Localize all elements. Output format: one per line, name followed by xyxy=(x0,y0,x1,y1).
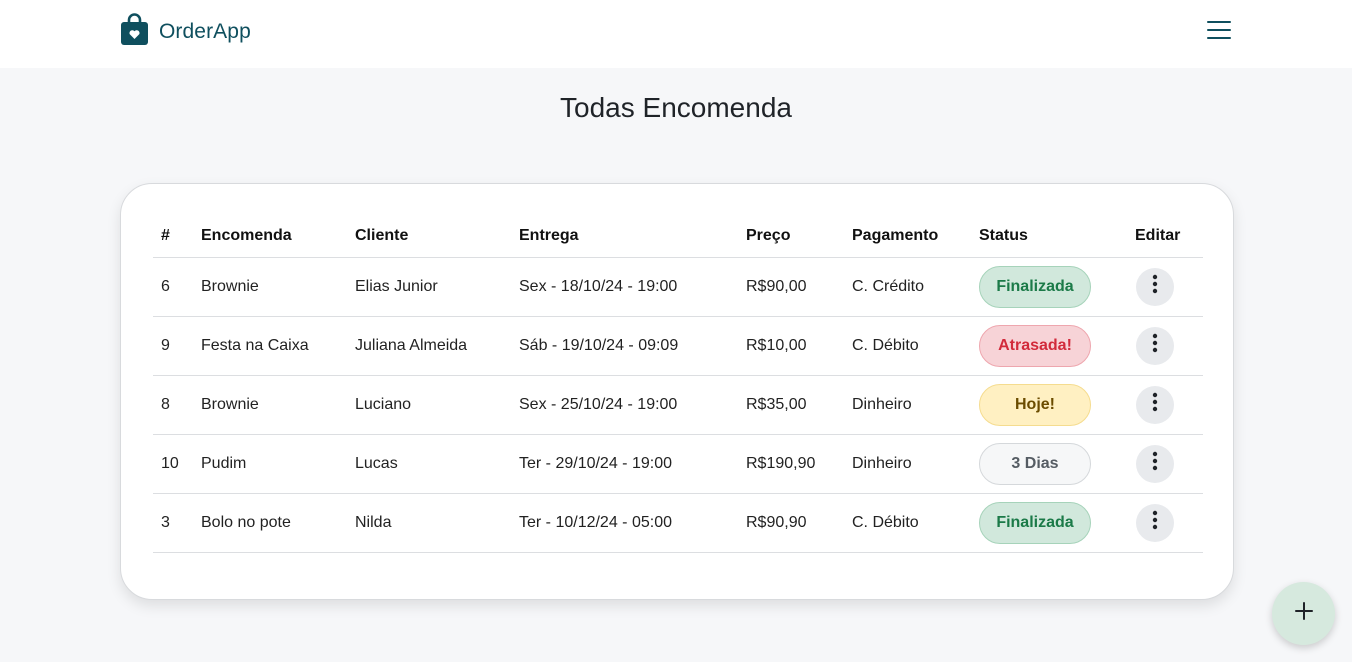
cell-client: Elias Junior xyxy=(347,257,511,317)
cell-edit xyxy=(1127,316,1203,376)
cell-price: R$10,00 xyxy=(738,316,844,376)
cell-price: R$190,90 xyxy=(738,434,844,494)
cell-edit xyxy=(1127,257,1203,317)
cell-order: Brownie xyxy=(193,257,347,317)
vertical-dots-icon xyxy=(1152,392,1158,417)
cell-delivery: Sex - 25/10/24 - 19:00 xyxy=(511,375,738,435)
header-client: Cliente xyxy=(347,216,511,258)
table-row: 9 Festa na Caixa Juliana Almeida Sáb - 19/1… xyxy=(153,316,1203,376)
status-badge: Finalizada xyxy=(979,501,1091,544)
cell-delivery: Sáb - 19/10/24 - 09:09 xyxy=(511,316,738,376)
hamburger-menu-icon xyxy=(1207,20,1231,45)
cell-edit xyxy=(1127,434,1203,494)
vertical-dots-icon xyxy=(1152,333,1158,358)
cell-delivery: Ter - 10/12/24 - 05:00 xyxy=(511,493,738,553)
cell-client: Luciano xyxy=(347,375,511,435)
table-row: 8 Brownie Luciano Sex - 25/10/24 - 19:00 R$3… xyxy=(153,375,1203,435)
add-order-button[interactable] xyxy=(1272,582,1335,645)
cell-client: Lucas xyxy=(347,434,511,494)
header-id: # xyxy=(153,216,193,258)
orders-table: # Encomenda Cliente Entrega Preço Pagame… xyxy=(153,216,1203,553)
vertical-dots-icon xyxy=(1152,274,1158,299)
brand-link[interactable]: OrderApp xyxy=(120,13,251,51)
cell-id: 3 xyxy=(153,493,193,553)
cell-price: R$35,00 xyxy=(738,375,844,435)
cell-client: Juliana Almeida xyxy=(347,316,511,376)
page-title: Todas Encomenda xyxy=(560,92,792,123)
cell-id: 10 xyxy=(153,434,193,494)
header-delivery: Entrega xyxy=(511,216,738,258)
cell-delivery: Sex - 18/10/24 - 19:00 xyxy=(511,257,738,317)
table-header-row: # Encomenda Cliente Entrega Preço Pagame… xyxy=(153,216,1203,258)
cell-status: Hoje! xyxy=(971,375,1127,435)
table-row: 3 Bolo no pote Nilda Ter - 10/12/24 - 05:00… xyxy=(153,493,1203,553)
cell-price: R$90,00 xyxy=(738,257,844,317)
edit-order-button[interactable] xyxy=(1136,326,1174,365)
cell-payment: C. Crédito xyxy=(844,257,971,317)
top-navbar: OrderApp xyxy=(0,0,1352,68)
cell-order: Bolo no pote xyxy=(193,493,347,553)
brand-name: OrderApp xyxy=(159,20,251,43)
status-badge: Hoje! xyxy=(979,383,1091,426)
cell-id: 9 xyxy=(153,316,193,376)
orders-table-body: 6 Brownie Elias Junior Sex - 18/10/24 - 19:… xyxy=(153,257,1203,553)
shopping-bag-heart-icon xyxy=(120,13,149,51)
cell-payment: Dinheiro xyxy=(844,434,971,494)
header-order: Encomenda xyxy=(193,216,347,258)
header-price: Preço xyxy=(738,216,844,258)
edit-order-button[interactable] xyxy=(1136,503,1174,542)
vertical-dots-icon xyxy=(1152,510,1158,535)
edit-order-button[interactable] xyxy=(1136,444,1174,483)
cell-payment: Dinheiro xyxy=(844,375,971,435)
cell-id: 8 xyxy=(153,375,193,435)
cell-payment: C. Débito xyxy=(844,493,971,553)
edit-order-button[interactable] xyxy=(1136,267,1174,306)
cell-status: Atrasada! xyxy=(971,316,1127,376)
menu-button[interactable] xyxy=(1204,18,1234,46)
cell-client: Nilda xyxy=(347,493,511,553)
cell-order: Festa na Caixa xyxy=(193,316,347,376)
cell-delivery: Ter - 29/10/24 - 19:00 xyxy=(511,434,738,494)
status-badge: Finalizada xyxy=(979,265,1091,308)
edit-order-button[interactable] xyxy=(1136,385,1174,424)
cell-id: 6 xyxy=(153,257,193,317)
cell-status: Finalizada xyxy=(971,493,1127,553)
table-row: 6 Brownie Elias Junior Sex - 18/10/24 - 19:… xyxy=(153,257,1203,317)
status-badge: Atrasada! xyxy=(979,324,1091,367)
header-edit: Editar xyxy=(1127,216,1203,258)
cell-status: Finalizada xyxy=(971,257,1127,317)
orders-card: # Encomenda Cliente Entrega Preço Pagame… xyxy=(120,183,1234,600)
cell-edit xyxy=(1127,493,1203,553)
plus-icon xyxy=(1294,602,1313,625)
vertical-dots-icon xyxy=(1152,451,1158,476)
status-badge: 3 Dias xyxy=(979,442,1091,485)
header-status: Status xyxy=(971,216,1127,258)
cell-price: R$90,90 xyxy=(738,493,844,553)
header-payment: Pagamento xyxy=(844,216,971,258)
cell-order: Pudim xyxy=(193,434,347,494)
cell-payment: C. Débito xyxy=(844,316,971,376)
cell-order: Brownie xyxy=(193,375,347,435)
cell-edit xyxy=(1127,375,1203,435)
cell-status: 3 Dias xyxy=(971,434,1127,494)
table-row: 10 Pudim Lucas Ter - 29/10/24 - 19:00 R$190,… xyxy=(153,434,1203,494)
